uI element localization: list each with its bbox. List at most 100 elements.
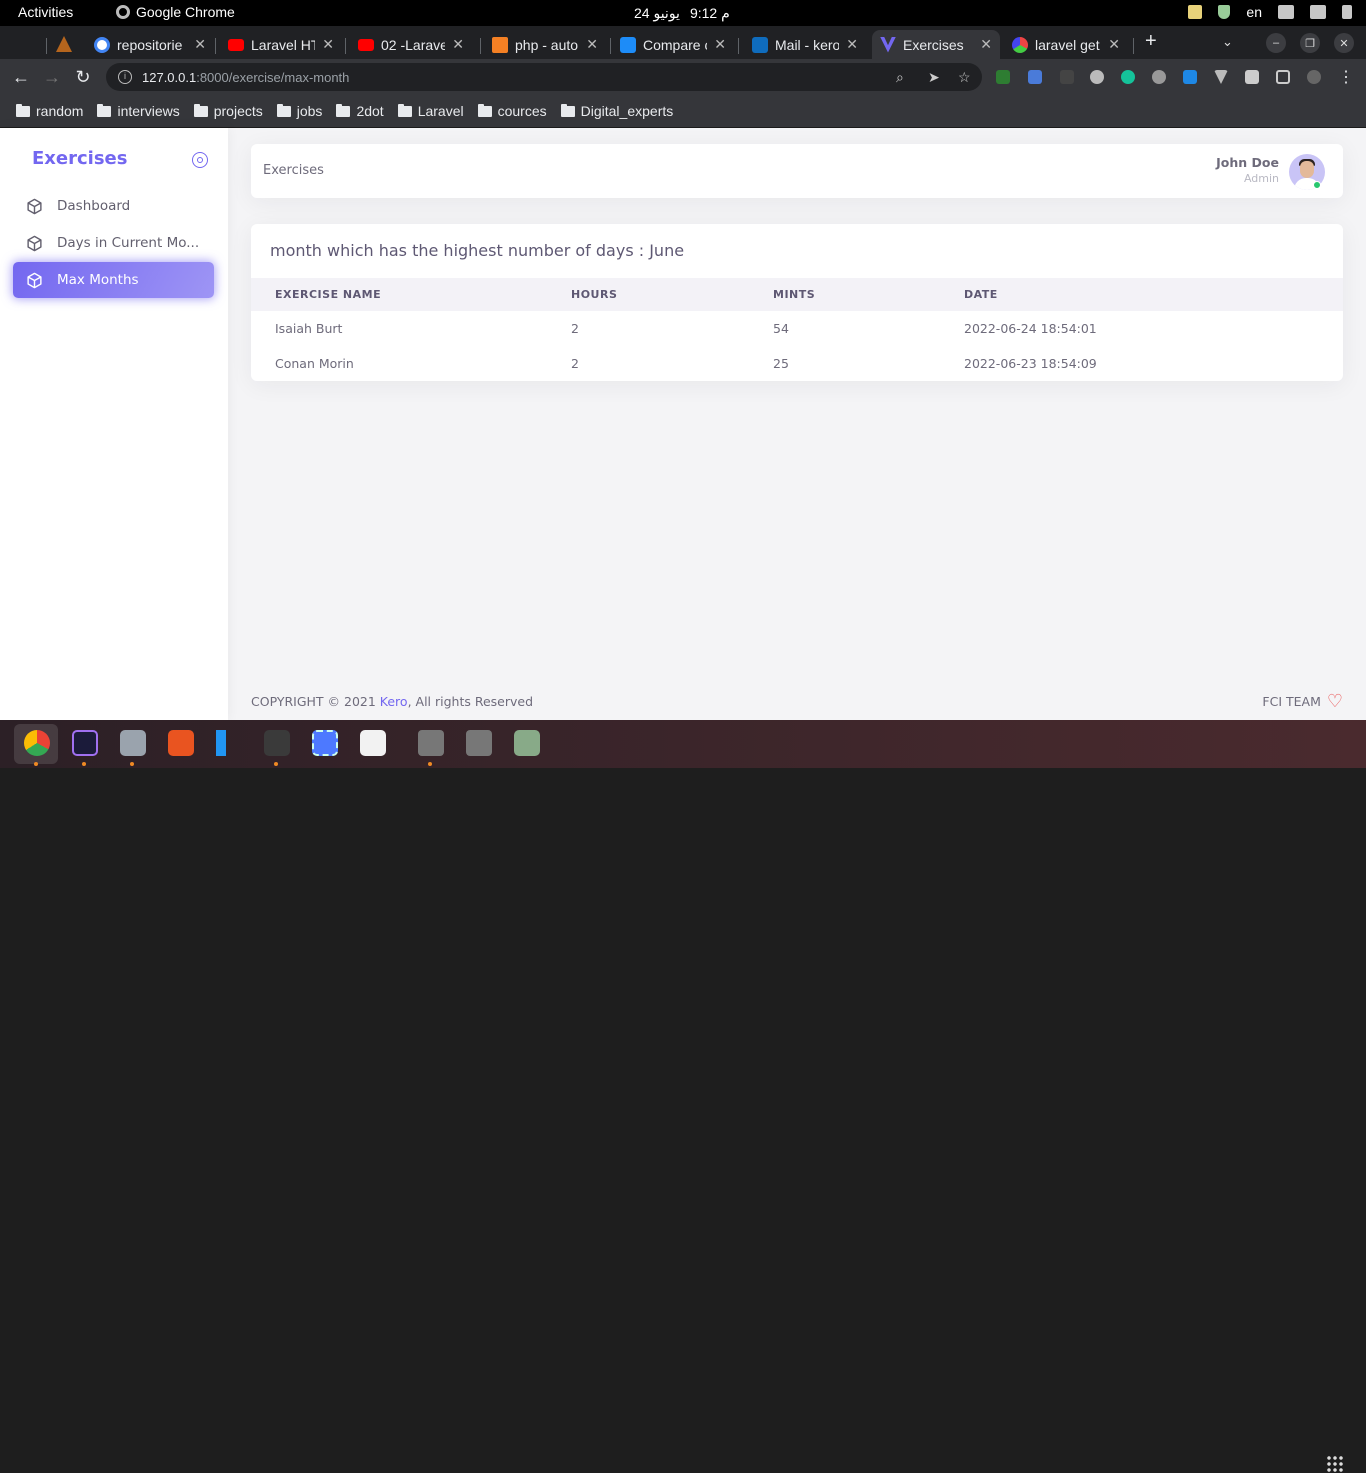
close-icon[interactable]: ✕ xyxy=(1108,36,1120,53)
send-icon[interactable]: ➤ xyxy=(928,69,940,86)
translate-icon[interactable] xyxy=(1028,70,1042,84)
shield-icon[interactable] xyxy=(1218,5,1231,19)
reload-icon[interactable]: ↻ xyxy=(73,67,93,88)
tab-separator xyxy=(738,38,739,54)
tab-4[interactable]: php - auto ✕ xyxy=(484,30,606,59)
vuetify-icon[interactable] xyxy=(1214,70,1228,84)
vscode-icon[interactable] xyxy=(216,730,242,756)
activities-button[interactable]: Activities xyxy=(18,4,73,20)
minimize-icon[interactable]: – xyxy=(1266,33,1286,53)
folder-icon xyxy=(336,103,351,117)
cell-mints: 25 xyxy=(773,356,789,371)
terminal-icon[interactable] xyxy=(264,730,290,756)
system-tray[interactable]: en xyxy=(1188,4,1352,20)
volume-icon[interactable] xyxy=(1310,5,1326,19)
show-apps-icon[interactable] xyxy=(1326,1455,1344,1473)
close-icon[interactable]: ✕ xyxy=(980,36,992,53)
brand-title[interactable]: Exercises xyxy=(32,148,127,169)
tab-2[interactable]: Laravel HT ✕ xyxy=(220,30,342,59)
vuexy-icon xyxy=(880,36,896,53)
close-icon[interactable]: ✕ xyxy=(194,36,206,53)
address-bar[interactable]: i 127.0.0.1:8000/exercise/max-month ⌕ ➤ … xyxy=(106,63,982,91)
pinned-tab-icon[interactable] xyxy=(56,36,72,52)
taskbar xyxy=(0,720,1366,1473)
extension-icon[interactable] xyxy=(1183,70,1197,84)
table-row: Isaiah Burt 2 54 2022-06-24 18:54:01 xyxy=(251,311,1343,346)
folder-icon xyxy=(397,103,412,117)
extension-icon[interactable] xyxy=(1060,70,1074,84)
tab-separator xyxy=(610,38,611,54)
close-icon[interactable]: ✕ xyxy=(586,36,598,53)
extension-icon[interactable] xyxy=(996,70,1010,84)
wifi-icon[interactable] xyxy=(1278,5,1294,19)
sidepanel-icon[interactable] xyxy=(1276,70,1290,84)
collapse-toggle-icon[interactable] xyxy=(192,152,208,168)
disk-icon[interactable] xyxy=(418,730,444,756)
close-window-icon[interactable]: ✕ xyxy=(1334,33,1354,53)
files-icon[interactable] xyxy=(120,730,146,756)
bookmark-laravel[interactable]: Laravel xyxy=(397,103,464,119)
grammarly-icon[interactable] xyxy=(1121,70,1135,84)
software-center-icon[interactable] xyxy=(168,730,194,756)
rights-text: , All rights Reserved xyxy=(407,694,534,709)
column-header-date: DATE xyxy=(964,278,1343,311)
tab-8[interactable]: laravel get ✕ xyxy=(1004,30,1128,59)
rs-icon xyxy=(620,36,636,53)
puzzle-icon[interactable] xyxy=(1245,70,1259,84)
close-icon[interactable]: ✕ xyxy=(452,36,464,53)
page-header: Exercises John Doe Admin xyxy=(251,144,1343,198)
screenshot-icon[interactable] xyxy=(312,730,338,756)
notes-icon[interactable] xyxy=(1188,5,1203,19)
app-menu[interactable]: Google Chrome xyxy=(116,4,235,20)
tab-6[interactable]: Mail - kero ✕ xyxy=(744,30,866,59)
clock[interactable]: 24 يونيو 9:12 م xyxy=(634,5,730,22)
back-arrow-icon[interactable]: ← xyxy=(11,67,31,88)
tab-5[interactable]: Compare c ✕ xyxy=(612,30,734,59)
tab-1[interactable]: repositorie ✕ xyxy=(86,30,214,59)
battery-icon[interactable] xyxy=(1342,5,1352,19)
language-indicator[interactable]: en xyxy=(1246,4,1262,20)
info-icon[interactable]: i xyxy=(118,70,132,84)
extension-icon[interactable] xyxy=(1152,70,1166,84)
forward-arrow-icon[interactable]: → xyxy=(42,67,62,88)
bookmark-2dot[interactable]: 2dot xyxy=(336,103,384,119)
bookmark-label: cources xyxy=(497,103,547,119)
tab-7-active[interactable]: Exercises ✕ xyxy=(872,30,1000,59)
new-tab-button[interactable]: + xyxy=(1145,30,1157,53)
bookmark-cources[interactable]: cources xyxy=(477,103,547,119)
user-name[interactable]: John Doe xyxy=(1216,155,1279,170)
zoom-icon[interactable]: ⌕ xyxy=(896,69,904,86)
close-icon[interactable]: ✕ xyxy=(714,36,726,53)
tab-search-icon[interactable]: ⌄ xyxy=(1222,34,1233,50)
bookmark-digital-experts[interactable]: Digital_experts xyxy=(560,103,673,119)
bookmark-projects[interactable]: projects xyxy=(193,103,263,119)
folder-icon xyxy=(16,103,30,117)
tab-3[interactable]: 02 -Laravel ✕ xyxy=(350,30,472,59)
bookmark-interviews[interactable]: interviews xyxy=(97,103,180,119)
profile-icon[interactable] xyxy=(1307,70,1321,84)
close-icon[interactable]: ✕ xyxy=(322,36,334,53)
close-icon[interactable]: ✕ xyxy=(846,36,858,53)
bookmark-random[interactable]: random xyxy=(16,103,83,119)
menu-icon[interactable]: ⋮ xyxy=(1336,67,1356,87)
sidebar-item-label: Days in Current Mo... xyxy=(57,235,200,251)
disk-icon[interactable] xyxy=(466,730,492,756)
google-icon xyxy=(94,36,110,53)
breadcrumb: Exercises xyxy=(263,163,324,178)
chrome-icon[interactable] xyxy=(24,730,50,756)
star-icon[interactable]: ☆ xyxy=(958,69,971,86)
maximize-icon[interactable]: ❐ xyxy=(1300,33,1320,53)
trash-icon[interactable] xyxy=(514,730,540,756)
tab-title: 02 -Laravel xyxy=(381,36,446,53)
text-editor-icon[interactable] xyxy=(360,730,386,756)
gear-icon[interactable] xyxy=(1090,70,1104,84)
cell-mints: 54 xyxy=(773,321,789,336)
tab-separator xyxy=(345,38,346,54)
tab-strip: repositorie ✕ Laravel HT ✕ 02 -Laravel ✕… xyxy=(0,26,1366,59)
phpstorm-icon[interactable] xyxy=(72,730,98,756)
sidebar-item-days-in-current-month[interactable]: Days in Current Mo... xyxy=(13,225,214,261)
company-link[interactable]: Kero xyxy=(380,694,408,709)
sidebar-item-max-months[interactable]: Max Months xyxy=(13,262,214,298)
bookmark-jobs[interactable]: jobs xyxy=(276,103,322,119)
sidebar-item-dashboard[interactable]: Dashboard xyxy=(13,188,214,224)
